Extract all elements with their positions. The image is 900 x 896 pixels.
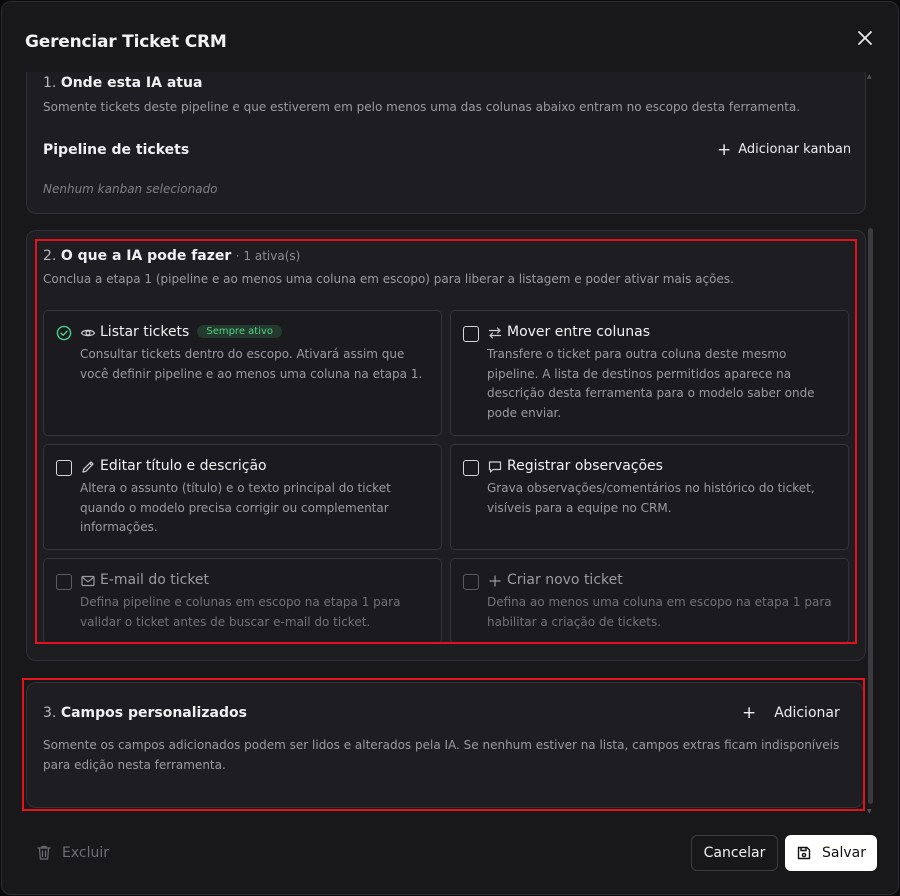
register-notes-checkbox[interactable] — [463, 460, 479, 476]
add-kanban-button[interactable]: + Adicionar kanban — [717, 139, 852, 160]
save-icon — [797, 846, 811, 860]
always-active-badge: Sempre ativo — [197, 325, 283, 338]
scope-section: 1. Onde esta IA atua Somente tickets des… — [26, 72, 866, 214]
action-title: Mover entre colunas — [507, 324, 651, 340]
action-title: Registrar observações — [507, 458, 663, 474]
eye-icon — [80, 329, 96, 337]
trash-icon — [37, 845, 51, 860]
action-description: Transfere o ticket para outra coluna des… — [487, 347, 815, 420]
actions-section-header: 2. O que a IA pode fazer · 1 ativa(s) — [43, 248, 301, 264]
active-count: · 1 ativa(s) — [235, 249, 301, 263]
kanban-empty-state: Nenhum kanban selecionado — [43, 182, 218, 196]
ticket-email-checkbox[interactable] — [56, 574, 72, 590]
action-ticket-email: E-mail do ticket Defina pipeline e colun… — [43, 558, 442, 644]
delete-label: Excluir — [62, 844, 109, 861]
custom-fields-header: 3. Campos personalizados — [43, 705, 247, 721]
create-ticket-checkbox[interactable] — [463, 574, 479, 590]
add-custom-field-button[interactable]: + Adicionar — [742, 703, 840, 723]
action-title: Editar título e descrição — [100, 458, 267, 474]
plus-icon: + — [742, 703, 757, 723]
scope-section-description: Somente tickets deste pipeline e que est… — [43, 100, 801, 114]
custom-fields-section: 3. Campos personalizados + Adicionar Som… — [26, 682, 864, 808]
edit-title-checkbox[interactable] — [56, 460, 72, 476]
message-icon — [488, 461, 502, 473]
action-description: Altera o assunto (título) e o texto prin… — [80, 481, 391, 534]
action-create-ticket: Criar novo ticket Defina ao menos uma co… — [450, 558, 849, 644]
mail-icon — [81, 575, 95, 587]
action-title: Criar novo ticket — [507, 572, 623, 588]
action-description: Consultar tickets dentro do escopo. Ativ… — [80, 347, 423, 381]
scrollbar-thumb[interactable] — [868, 228, 873, 804]
check-circle-icon[interactable] — [56, 325, 72, 341]
scroll-up-arrow[interactable]: ▲ — [867, 73, 872, 80]
plus-icon — [489, 575, 501, 587]
action-list-tickets: Listar tickets Sempre ativo Consultar tic… — [43, 310, 442, 436]
plus-icon: + — [717, 139, 732, 160]
action-description: Grava observações/comentários no históri… — [487, 481, 815, 515]
delete-button[interactable]: Excluir — [36, 844, 109, 861]
scope-section-header: 1. Onde esta IA atua — [43, 75, 203, 91]
close-icon[interactable] — [855, 28, 875, 48]
actions-section: 2. O que a IA pode fazer · 1 ativa(s) Co… — [26, 230, 866, 661]
pencil-icon — [82, 461, 94, 473]
custom-fields-description: Somente os campos adicionados podem ser … — [43, 738, 840, 772]
actions-section-description: Conclua a etapa 1 (pipeline e ao menos u… — [43, 272, 734, 286]
cancel-button[interactable]: Cancelar — [691, 835, 778, 871]
arrows-exchange-icon — [488, 327, 502, 339]
action-title: E-mail do ticket — [100, 572, 210, 588]
manage-ticket-dialog: Gerenciar Ticket CRM 1. Onde esta IA atu… — [1, 1, 899, 895]
action-title: Listar tickets Sempre ativo — [100, 324, 283, 340]
action-description: Defina ao menos uma coluna em escopo na … — [487, 595, 832, 629]
add-kanban-label: Adicionar kanban — [738, 142, 852, 157]
action-description: Defina pipeline e colunas em escopo na e… — [80, 595, 401, 629]
pipeline-label: Pipeline de tickets — [43, 142, 190, 158]
action-edit-title: Editar título e descrição Altera o assun… — [43, 444, 442, 550]
save-button[interactable]: Salvar — [785, 835, 877, 871]
dialog-title: Gerenciar Ticket CRM — [25, 32, 227, 52]
action-move-columns: Mover entre colunas Transfere o ticket p… — [450, 310, 849, 436]
add-custom-field-label: Adicionar — [774, 705, 840, 721]
scroll-down-arrow[interactable]: ▼ — [867, 808, 872, 815]
save-label: Salvar — [822, 845, 866, 861]
action-register-notes: Registrar observações Grava observações/… — [450, 444, 849, 550]
move-columns-checkbox[interactable] — [463, 326, 479, 342]
